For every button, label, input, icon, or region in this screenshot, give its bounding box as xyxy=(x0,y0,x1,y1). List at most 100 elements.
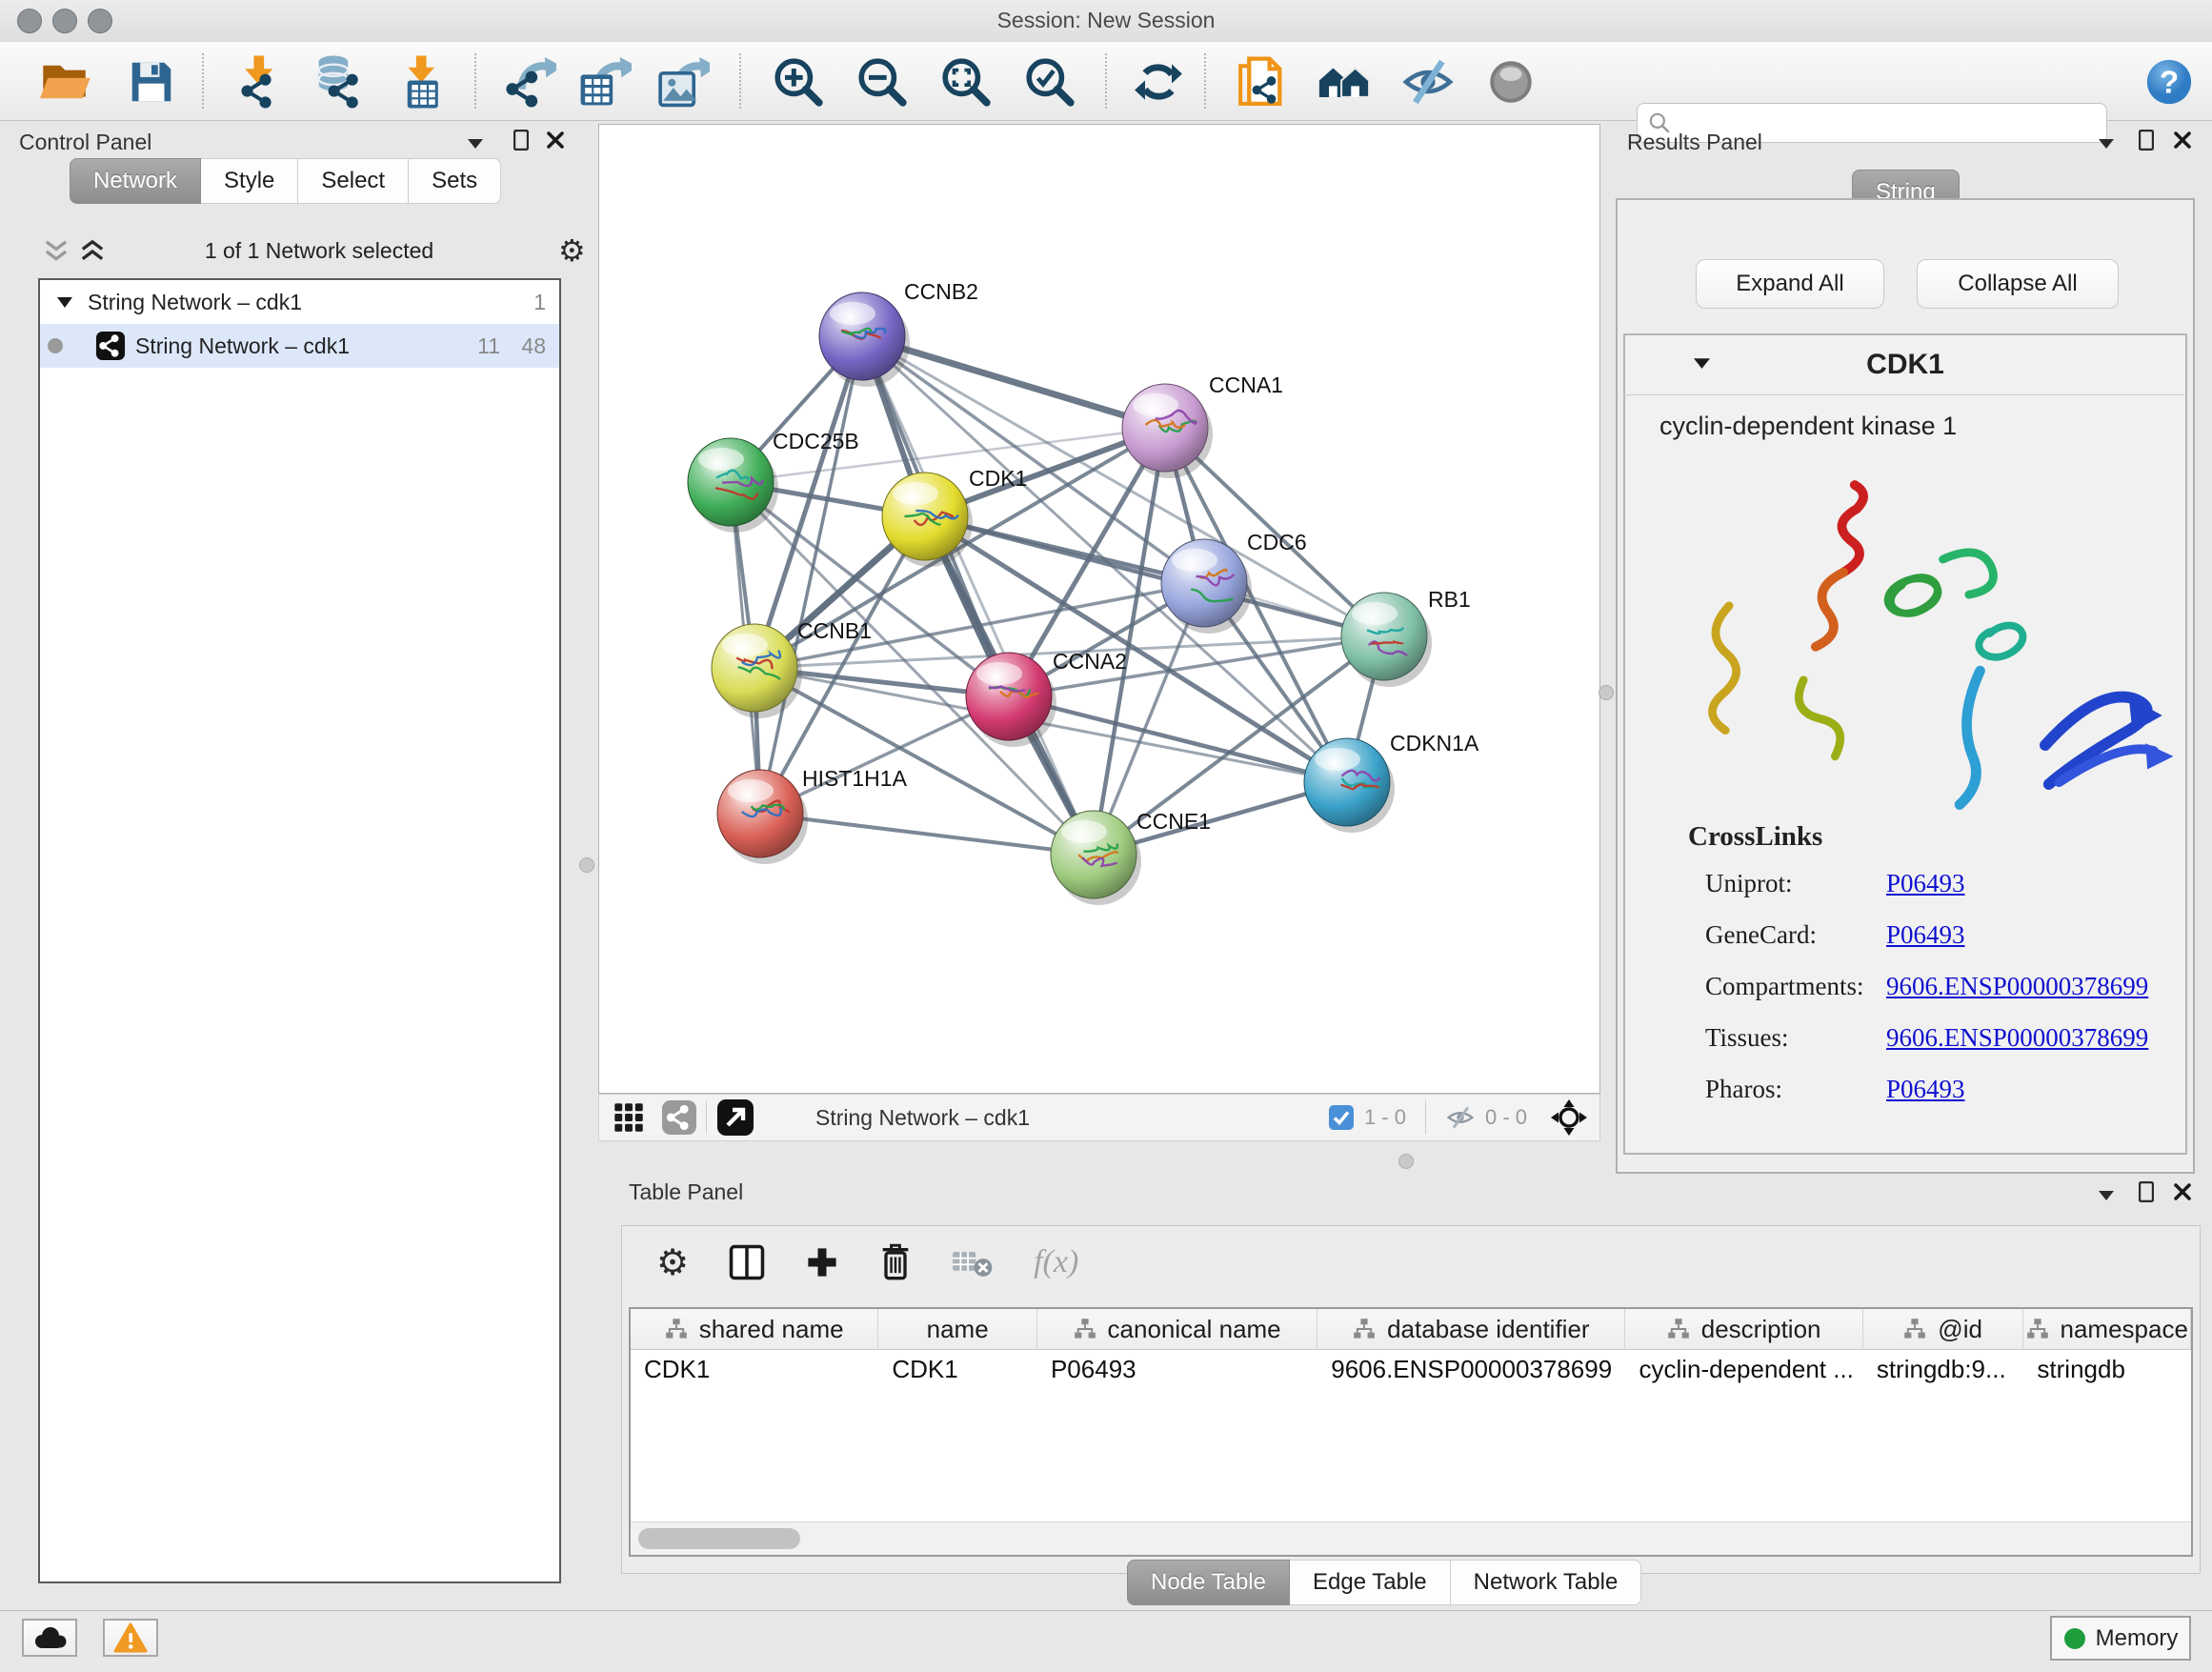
network-row-selected[interactable]: String Network – cdk1 11 48 xyxy=(40,324,559,368)
crosslink-value-link[interactable]: P06493 xyxy=(1886,869,1965,898)
table-settings-gear-icon[interactable]: ⚙ xyxy=(656,1241,689,1283)
column-selector-icon[interactable] xyxy=(729,1243,765,1281)
collapse-all-button[interactable]: Collapse All xyxy=(1917,259,2119,309)
network-node-ccna1[interactable] xyxy=(1122,384,1213,478)
network-collection-row[interactable]: String Network – cdk1 1 xyxy=(40,280,559,324)
network-canvas[interactable]: CCNB2CCNA1CDC25BCDK1CDC6RB1CCNB1CCNA2CDK… xyxy=(598,124,1600,1094)
tab-edge-table[interactable]: Edge Table xyxy=(1290,1560,1451,1605)
left-splitter-grip[interactable] xyxy=(579,857,594,873)
selected-checkbox-icon[interactable] xyxy=(1328,1104,1355,1131)
gear-icon[interactable]: ⚙ xyxy=(558,232,586,269)
import-table-file-button[interactable] xyxy=(394,54,450,110)
results-panel-float-button[interactable] xyxy=(2134,128,2159,152)
network-node-hist1h1a[interactable] xyxy=(717,770,808,864)
cdk1-section-header[interactable]: CDK1 xyxy=(1623,333,2187,395)
crosslink-label: Pharos: xyxy=(1705,1075,1886,1104)
network-node-cdkn1a[interactable] xyxy=(1304,738,1395,833)
column-header-database-identifier[interactable]: database identifier xyxy=(1317,1309,1625,1349)
column-header-description[interactable]: description xyxy=(1625,1309,1862,1349)
crosslinks-heading: CrossLinks xyxy=(1688,821,1822,853)
network-node-ccna2[interactable] xyxy=(966,653,1056,747)
horizontal-scrollbar[interactable] xyxy=(631,1521,2191,1555)
float-window-icon xyxy=(2139,1181,2154,1202)
table-panel-menu-button[interactable] xyxy=(2094,1183,2119,1208)
zoom-out-button[interactable] xyxy=(855,54,910,110)
show-all-button[interactable] xyxy=(1483,54,1538,110)
column-header-name[interactable]: name xyxy=(878,1309,1037,1349)
zoom-in-button[interactable] xyxy=(771,54,826,110)
edge-HIST1H1A-CCNE1[interactable] xyxy=(760,814,1094,855)
table-cell[interactable]: CDK1 xyxy=(631,1350,878,1388)
help-button[interactable]: ? xyxy=(2142,54,2197,110)
table-cell[interactable]: stringdb xyxy=(2023,1350,2191,1388)
control-panel-close-button[interactable] xyxy=(543,128,568,152)
add-column-icon[interactable] xyxy=(805,1245,839,1279)
sort-hierarchy-icon xyxy=(1074,1318,1096,1340)
cloud-sync-button[interactable] xyxy=(22,1619,77,1657)
memory-status-button[interactable]: Memory xyxy=(2050,1616,2191,1661)
expand-all-icon[interactable] xyxy=(78,238,107,265)
node-label-rb1: RB1 xyxy=(1428,587,1471,612)
table-cell[interactable]: CDK1 xyxy=(878,1350,1037,1388)
crosslink-value-link[interactable]: P06493 xyxy=(1886,1075,1965,1104)
edge-CCNB2-HIST1H1A[interactable] xyxy=(760,336,862,814)
tab-sets[interactable]: Sets xyxy=(409,158,501,204)
column-header-namespace[interactable]: namespace xyxy=(2023,1309,2191,1349)
tree-expander-icon[interactable] xyxy=(57,297,72,308)
table-row[interactable]: CDK1CDK1P064939606.ENSP00000378699cyclin… xyxy=(631,1350,2191,1388)
delete-column-trash-icon[interactable] xyxy=(879,1243,912,1281)
table-cell[interactable]: 9606.ENSP00000378699 xyxy=(1317,1350,1625,1388)
open-view-window-icon[interactable] xyxy=(716,1098,754,1137)
tab-style[interactable]: Style xyxy=(201,158,298,204)
refresh-view-button[interactable] xyxy=(1131,54,1186,110)
import-network-database-button[interactable] xyxy=(309,54,364,110)
bottom-splitter-grip[interactable] xyxy=(1398,1154,1414,1169)
network-node-rb1[interactable] xyxy=(1341,593,1432,687)
network-node-ccne1[interactable] xyxy=(1051,811,1141,905)
network-node-cdk1[interactable] xyxy=(882,473,973,567)
expand-all-button[interactable]: Expand All xyxy=(1696,259,1884,309)
table-panel-float-button[interactable] xyxy=(2134,1179,2159,1204)
crosslink-value-link[interactable]: 9606.ENSP00000378699 xyxy=(1886,1023,2148,1053)
network-view-icon[interactable] xyxy=(662,1100,696,1135)
export-network-button[interactable] xyxy=(501,54,556,110)
export-table-button[interactable] xyxy=(576,54,632,110)
control-panel-float-button[interactable] xyxy=(509,128,533,152)
import-network-file-button[interactable] xyxy=(231,54,286,110)
tab-select[interactable]: Select xyxy=(298,158,409,204)
edge-CDK1-RB1[interactable] xyxy=(925,516,1384,636)
tab-node-table[interactable]: Node Table xyxy=(1127,1560,1290,1605)
warnings-button[interactable] xyxy=(103,1619,158,1657)
scrollbar-thumb[interactable] xyxy=(638,1528,800,1549)
column-header-shared-name[interactable]: shared name xyxy=(631,1309,878,1349)
crosslink-value-link[interactable]: P06493 xyxy=(1886,920,1965,950)
open-folder-icon xyxy=(40,57,93,107)
results-panel-menu-button[interactable] xyxy=(2094,131,2119,156)
zoom-selected-button[interactable] xyxy=(1022,54,1077,110)
string-file-import-button[interactable] xyxy=(1235,54,1290,110)
save-session-button[interactable] xyxy=(124,54,179,110)
network-node-cdc25b[interactable] xyxy=(688,438,778,533)
right-splitter-grip[interactable] xyxy=(1599,685,1614,700)
fit-selected-crosshair-icon[interactable] xyxy=(1550,1098,1588,1137)
tab-network-table[interactable]: Network Table xyxy=(1451,1560,1642,1605)
table-panel-close-button[interactable] xyxy=(2170,1179,2195,1204)
table-cell[interactable]: stringdb:9... xyxy=(1863,1350,2024,1388)
export-image-button[interactable] xyxy=(654,54,710,110)
zoom-fit-button[interactable] xyxy=(938,54,994,110)
first-neighbors-button[interactable] xyxy=(1317,54,1372,110)
column-header-canonical-name[interactable]: canonical name xyxy=(1037,1309,1317,1349)
control-panel-menu-button[interactable] xyxy=(463,131,488,156)
table-cell[interactable]: P06493 xyxy=(1037,1350,1317,1388)
result-gene-name: CDK1 xyxy=(1623,349,2187,381)
crosslink-value-link[interactable]: 9606.ENSP00000378699 xyxy=(1886,972,2148,1001)
collapse-all-icon[interactable] xyxy=(42,238,70,265)
column-header-@id[interactable]: @id xyxy=(1863,1309,2024,1349)
results-panel-close-button[interactable] xyxy=(2170,128,2195,152)
grid-view-icon[interactable] xyxy=(613,1101,645,1134)
table-cell[interactable]: cyclin-dependent ... xyxy=(1625,1350,1862,1388)
network-node-ccnb2[interactable] xyxy=(819,292,910,387)
tab-network[interactable]: Network xyxy=(70,158,201,204)
open-session-button[interactable] xyxy=(39,54,94,110)
hide-selected-button[interactable] xyxy=(1400,54,1456,110)
